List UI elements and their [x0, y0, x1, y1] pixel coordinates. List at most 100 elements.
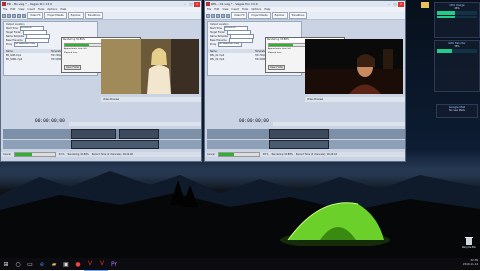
menu-file[interactable]: File [3, 8, 7, 11]
tent-illustration [280, 202, 390, 246]
render-icon[interactable] [17, 13, 21, 18]
prop-field[interactable] [218, 41, 243, 47]
vegas-window-left[interactable]: ER - Bo.veg * - Vegas Pro 13.0 – □ × Fil… [0, 0, 202, 162]
recycle-bin-desktop-icon[interactable]: Recycle Bin [462, 236, 476, 249]
store-icon[interactable]: ▣ [60, 258, 72, 270]
menu-help[interactable]: Help [264, 8, 270, 11]
timeline-ruler[interactable] [69, 122, 201, 126]
status-progress-bar [217, 152, 260, 157]
vegas-app-icon [2, 2, 6, 6]
close-icon[interactable]: × [398, 1, 404, 7]
menu-edit[interactable]: Edit [214, 8, 219, 11]
audio-clip[interactable] [71, 140, 159, 149]
cell-name: REL_02.mp4 [210, 57, 225, 61]
menu-insert[interactable]: Insert [28, 8, 35, 11]
open-folder-button[interactable]: Open Folder [64, 65, 82, 70]
prop-field[interactable] [14, 41, 39, 47]
system-tray-clock[interactable]: 22:39 2019-11-14 [463, 259, 478, 267]
tab-project-media[interactable]: Project Media [44, 12, 67, 19]
prop-label: Proxy [6, 42, 13, 46]
tab-transitions[interactable]: Transitions [84, 12, 104, 19]
status-time: Record Time (2 channels): 16:24:44 [295, 153, 337, 156]
open-icon[interactable] [211, 13, 215, 18]
open-folder-button[interactable]: Open Folder [268, 65, 286, 70]
video-preview[interactable] [305, 39, 403, 94]
desktop-folder-icon[interactable] [418, 2, 432, 8]
audio-clip[interactable] [269, 140, 329, 149]
preview-label: Video Preview [103, 98, 120, 101]
tab-explorer[interactable]: Explorer [67, 12, 84, 19]
vegas-window-right[interactable]: REL - 01.veg * - Vegas Pro 13.0 – □ × Fi… [204, 0, 406, 162]
preview-bottom-bar: Video Preview [305, 97, 405, 102]
status-percent: 38 % [262, 153, 269, 156]
prop-label: Start Time [210, 26, 222, 30]
status-progress-fill [218, 153, 234, 156]
tab-video-fx[interactable]: Video FX [231, 12, 248, 19]
mail-widget[interactable]: Google Mail No new Mails [436, 104, 478, 118]
cpu-bar [437, 15, 477, 18]
close-icon[interactable]: × [194, 1, 200, 7]
status-cancel[interactable]: Cancel [3, 153, 11, 156]
save-icon[interactable] [216, 13, 220, 18]
gpu-bar-fill [437, 51, 453, 53]
search-icon[interactable]: ○ [12, 258, 24, 270]
explorer-icon[interactable]: ▰ [48, 258, 60, 270]
preview-bottom-bar: Video Preview [101, 97, 201, 102]
menu-tools[interactable]: Tools [242, 8, 248, 11]
tab-explorer[interactable]: Explorer [271, 12, 288, 19]
edge-icon[interactable]: e [36, 258, 48, 270]
cell-name: ER_SOB1.mp4 [6, 57, 23, 61]
col-name: Name [210, 49, 217, 53]
open-icon[interactable] [7, 13, 11, 18]
video-clip[interactable] [269, 129, 329, 139]
undo-icon[interactable] [22, 13, 26, 18]
undo-icon[interactable] [226, 13, 230, 18]
video-clip[interactable] [119, 129, 159, 139]
vegas-icon[interactable]: V [96, 258, 108, 271]
menu-tools[interactable]: Tools [38, 8, 44, 11]
menu-edit[interactable]: Edit [10, 8, 15, 11]
cell-name: ER_SOB.mp4 [6, 53, 21, 57]
prop-label: Name Template [6, 34, 24, 38]
task-view-icon[interactable]: ▭ [24, 258, 36, 270]
toolbar: Video FX Project Media Explorer Transiti… [1, 12, 201, 20]
row-label: Elapsed time [64, 51, 78, 54]
gpu-monitor-widget: GPU Monitor 38% [434, 40, 480, 92]
premiere-icon[interactable]: Pr [108, 258, 120, 270]
chrome-icon[interactable]: ● [72, 258, 84, 270]
col-template: Template [51, 49, 62, 53]
start-icon[interactable]: ⊞ [0, 258, 12, 270]
vegas-icon[interactable]: V [84, 258, 96, 271]
new-icon[interactable] [206, 13, 210, 18]
menu-insert[interactable]: Insert [232, 8, 239, 11]
recycle-bin-label: Recycle Bin [462, 246, 476, 249]
preview-label: Video Preview [307, 98, 324, 101]
menu-options[interactable]: Options [47, 8, 57, 11]
taskbar: ⊞ ○ ▭ e ▰ ▣ ● V V Pr 22:39 2019-11-14 [0, 258, 480, 271]
status-cancel[interactable]: Cancel [207, 153, 215, 156]
render-icon[interactable] [221, 13, 225, 18]
menu-view[interactable]: View [18, 8, 24, 11]
timecode-display: 00:00:00;00 [239, 119, 269, 124]
col-name: Name [6, 49, 13, 53]
vegas-app-icon [206, 2, 210, 6]
video-clip[interactable] [71, 129, 116, 139]
menu-view[interactable]: View [222, 8, 228, 11]
menu-file[interactable]: File [207, 8, 211, 11]
status-percent: 44 % [58, 153, 65, 156]
menu-options[interactable]: Options [251, 8, 261, 11]
status-progress-fill [14, 153, 33, 156]
new-icon[interactable] [2, 13, 6, 18]
prop-label: Name Template [210, 34, 228, 38]
status-bar: Cancel 38 % Rendering 33.88% Record Time… [205, 152, 405, 157]
tab-video-fx[interactable]: Video FX [27, 12, 44, 19]
menu-help[interactable]: Help [60, 8, 66, 11]
tab-project-media[interactable]: Project Media [248, 12, 271, 19]
recycle-bin-icon [465, 237, 473, 245]
timeline-ruler[interactable] [273, 122, 405, 126]
status-task: Rendering 32.89% [67, 153, 89, 156]
video-preview[interactable] [101, 39, 199, 94]
save-icon[interactable] [12, 13, 16, 18]
col-template: Template [255, 49, 266, 53]
tab-transitions[interactable]: Transitions [288, 12, 308, 19]
